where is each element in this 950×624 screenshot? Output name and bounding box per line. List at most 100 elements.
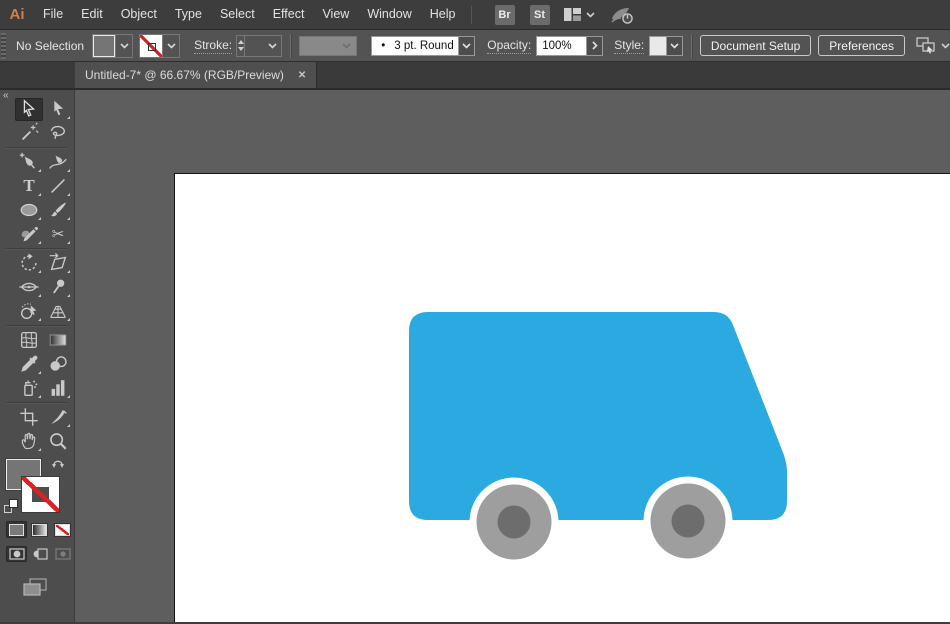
controlbar-separator	[290, 34, 291, 58]
tool-eyedropper[interactable]	[15, 353, 43, 376]
tool-scale[interactable]	[44, 252, 72, 275]
brush-value: 3 pt. Round	[394, 40, 453, 52]
style-chevron[interactable]	[667, 36, 683, 56]
van-wheel-left[interactable]	[470, 478, 559, 567]
chevron-down-icon	[670, 43, 679, 49]
color-button[interactable]	[6, 521, 27, 538]
tool-zoom[interactable]	[44, 430, 72, 453]
mesh-icon	[18, 329, 40, 351]
draw-behind-button[interactable]	[29, 546, 50, 562]
stroke-none-swatch[interactable]	[140, 35, 162, 57]
workspace-switcher[interactable]	[564, 8, 595, 21]
menu-effect[interactable]: Effect	[264, 0, 314, 29]
artboard[interactable]	[174, 173, 950, 622]
brush-definition-dropdown[interactable]: • 3 pt. Round	[371, 36, 475, 56]
panel-grip[interactable]	[1, 33, 6, 59]
document-tab[interactable]: Untitled-7* @ 66.67% (RGB/Preview) ✕	[75, 62, 317, 88]
default-fill-stroke-icon[interactable]	[4, 499, 18, 513]
style-swatch[interactable]	[649, 36, 667, 56]
canvas-pasteboard[interactable]	[75, 90, 950, 622]
tool-magic-wand[interactable]	[15, 122, 43, 145]
tool-puppet-warp[interactable]	[44, 276, 72, 299]
draw-normal-button[interactable]	[6, 546, 27, 562]
none-button[interactable]	[52, 521, 73, 538]
tool-paintbrush[interactable]	[44, 199, 72, 222]
tool-group-separator	[6, 325, 68, 326]
stroke-color-dropdown[interactable]	[139, 34, 180, 58]
tool-blend[interactable]	[44, 353, 72, 376]
type-tool-icon: T	[23, 176, 34, 196]
tool-gradient[interactable]	[44, 329, 72, 352]
stroke-weight-stepper[interactable]	[236, 35, 245, 57]
tool-slice[interactable]	[44, 406, 72, 429]
opacity-control[interactable]: 100%	[536, 36, 603, 56]
draw-inside-button	[52, 546, 73, 562]
tool-ellipse[interactable]	[15, 199, 43, 222]
collapse-panel-icon[interactable]: «	[3, 90, 8, 101]
swap-fill-stroke-icon[interactable]	[51, 457, 65, 475]
tool-curvature[interactable]	[44, 151, 72, 174]
stroke-indicator[interactable]	[22, 477, 59, 512]
gpu-performance-button[interactable]	[609, 5, 635, 25]
width-tool-icon	[18, 276, 40, 298]
bridge-button[interactable]: Br	[495, 5, 515, 25]
brush-chevron[interactable]	[459, 36, 475, 56]
tool-pen[interactable]	[15, 151, 43, 174]
menubar-separator	[471, 6, 472, 24]
tool-symbol-sprayer[interactable]	[15, 377, 43, 400]
screen-mode-button[interactable]	[22, 578, 74, 602]
fill-color-dropdown[interactable]	[92, 34, 133, 58]
menu-window[interactable]: Window	[358, 0, 420, 29]
gradient-button[interactable]	[29, 521, 50, 538]
fill-swatch[interactable]	[93, 35, 115, 57]
van-body[interactable]	[409, 312, 787, 520]
tool-scissors[interactable]: ✂	[44, 223, 72, 246]
app-logo: Ai	[0, 6, 34, 23]
lasso-icon	[47, 122, 69, 144]
van-wheel-right[interactable]	[644, 477, 733, 566]
brush-preview-icon: •	[381, 40, 385, 52]
style-dropdown[interactable]	[649, 36, 683, 56]
menu-object[interactable]: Object	[112, 0, 166, 29]
menu-file[interactable]: File	[34, 0, 72, 29]
tool-direct-selection[interactable]	[44, 98, 72, 121]
tool-column-graph[interactable]	[44, 377, 72, 400]
fill-chevron[interactable]	[115, 35, 132, 57]
tool-perspective-grid[interactable]	[44, 300, 72, 323]
preferences-button[interactable]: Preferences	[818, 35, 905, 56]
opacity-menu-button[interactable]	[587, 36, 603, 56]
tool-lasso[interactable]	[44, 122, 72, 145]
tool-artboard[interactable]	[15, 406, 43, 429]
tool-mesh[interactable]	[15, 329, 43, 352]
menu-select[interactable]: Select	[211, 0, 264, 29]
tool-type[interactable]: T	[15, 175, 43, 198]
opacity-label[interactable]: Opacity:	[487, 38, 531, 54]
blend-icon	[47, 353, 69, 375]
menu-help[interactable]: Help	[421, 0, 465, 29]
stroke-weight-field[interactable]	[245, 35, 282, 57]
menu-type[interactable]: Type	[166, 0, 211, 29]
tool-line-segment[interactable]	[44, 175, 72, 198]
selection-preferences-menu[interactable]	[916, 37, 950, 54]
tool-width[interactable]	[15, 276, 43, 299]
document-setup-button[interactable]: Document Setup	[700, 35, 811, 56]
tool-rotate[interactable]	[15, 252, 43, 275]
menu-view[interactable]: View	[313, 0, 358, 29]
style-label[interactable]: Style:	[614, 38, 644, 54]
tab-close-icon[interactable]: ✕	[298, 70, 306, 81]
tool-shaper[interactable]	[15, 223, 43, 246]
tool-shape-builder[interactable]	[15, 300, 43, 323]
stroke-label[interactable]: Stroke:	[194, 38, 232, 54]
stock-button[interactable]: St	[530, 5, 550, 25]
drawing-mode-buttons	[6, 546, 74, 562]
chevron-down-icon	[462, 43, 471, 49]
stepper-up-icon	[238, 40, 244, 44]
artboard-icon	[18, 406, 40, 428]
tool-hand[interactable]	[15, 430, 43, 453]
controlbar-separator	[691, 34, 692, 58]
van-artwork[interactable]	[175, 174, 950, 622]
selection-status: No Selection	[16, 39, 84, 53]
stroke-chevron[interactable]	[162, 35, 179, 57]
tool-selection[interactable]	[15, 98, 43, 121]
menu-edit[interactable]: Edit	[72, 0, 112, 29]
